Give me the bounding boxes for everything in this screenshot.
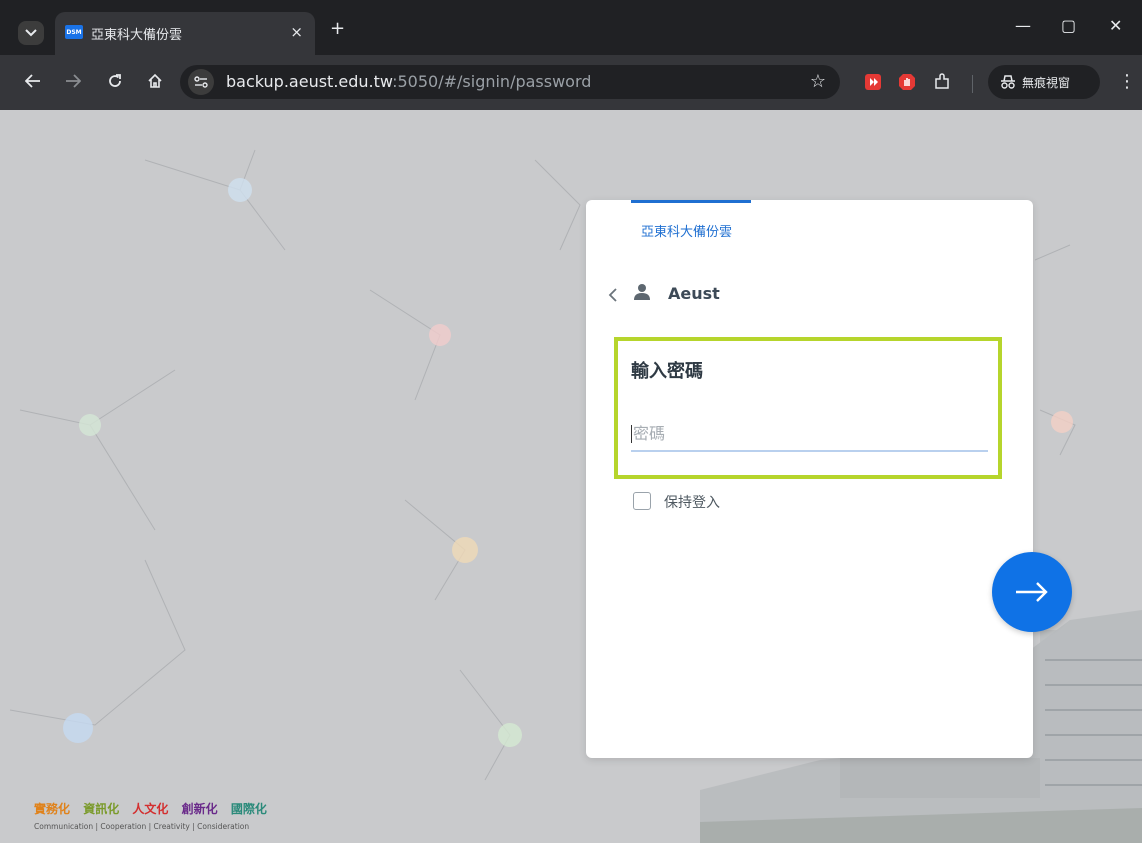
incognito-indicator[interactable]: 無痕視窗 xyxy=(988,65,1100,99)
address-bar[interactable]: backup.aeust.edu.tw:5050/#/signin/passwo… xyxy=(180,65,840,99)
stay-signed-in-checkbox[interactable] xyxy=(633,492,651,510)
site-info-icon[interactable] xyxy=(188,69,214,95)
minimize-button[interactable]: — xyxy=(1015,16,1031,35)
username-label: Aeust xyxy=(668,284,720,303)
slogan-item: 人文化 xyxy=(132,802,169,816)
user-icon xyxy=(634,284,650,300)
incognito-label: 無痕視窗 xyxy=(1022,75,1071,90)
reload-icon[interactable] xyxy=(104,70,126,92)
url-host: backup.aeust.edu.tw xyxy=(226,72,393,91)
back-chevron-icon[interactable] xyxy=(606,286,620,304)
password-heading: 輸入密碼 xyxy=(631,361,703,382)
tab-close-icon[interactable]: × xyxy=(290,23,303,41)
text-caret xyxy=(631,425,632,443)
slogan-item: 資訊化 xyxy=(83,802,120,816)
video-downloader-extension-icon[interactable] xyxy=(864,73,882,91)
incognito-icon xyxy=(1001,75,1015,89)
tab-strip: DSM 亞東科大備份雲 × + — ▢ ✕ xyxy=(0,0,1142,55)
back-arrow-icon[interactable] xyxy=(22,70,44,92)
slogan-item: 國際化 xyxy=(230,802,267,816)
tab-search-icon[interactable] xyxy=(18,21,44,45)
slogan-item: 創新化 xyxy=(181,802,218,816)
login-card: 亞東科大備份雲 Aeust 輸入密碼 保持登入 xyxy=(586,200,1033,758)
slogan-english: Communication | Cooperation | Creativity… xyxy=(34,822,250,831)
close-window-button[interactable]: ✕ xyxy=(1109,16,1122,35)
toolbar-separator xyxy=(972,75,973,93)
home-icon[interactable] xyxy=(144,70,166,92)
bookmark-star-icon[interactable]: ☆ xyxy=(810,71,826,92)
tab-title: 亞東科大備份雲 xyxy=(91,28,183,43)
login-page: 亞東科大備份雲 Aeust 輸入密碼 保持登入 實務化 資訊化 人文化 創新化 … xyxy=(0,110,1142,843)
url-text: backup.aeust.edu.tw:5050/#/signin/passwo… xyxy=(226,72,591,91)
adblock-extension-icon[interactable] xyxy=(898,73,916,91)
right-arrow-icon xyxy=(1016,582,1048,602)
url-path: :5050/#/signin/password xyxy=(392,72,592,91)
browser-tab[interactable]: DSM 亞東科大備份雲 × xyxy=(55,12,315,55)
next-button[interactable] xyxy=(992,552,1072,632)
stay-signed-in-label[interactable]: 保持登入 xyxy=(664,492,720,512)
slogan: 實務化 資訊化 人文化 創新化 國際化 xyxy=(34,800,276,817)
forward-arrow-icon[interactable] xyxy=(62,70,84,92)
org-tab-label[interactable]: 亞東科大備份雲 xyxy=(641,221,732,240)
browser-toolbar: backup.aeust.edu.tw:5050/#/signin/passwo… xyxy=(0,55,1142,110)
maximize-button[interactable]: ▢ xyxy=(1061,16,1076,35)
menu-icon[interactable]: ⋮ xyxy=(1118,71,1136,92)
dsm-favicon-icon: DSM xyxy=(65,25,83,39)
new-tab-button[interactable]: + xyxy=(330,18,345,39)
org-tab-indicator xyxy=(631,200,751,203)
slogan-item: 實務化 xyxy=(34,802,71,816)
extension-icon[interactable] xyxy=(933,73,951,91)
password-input[interactable] xyxy=(631,416,988,452)
